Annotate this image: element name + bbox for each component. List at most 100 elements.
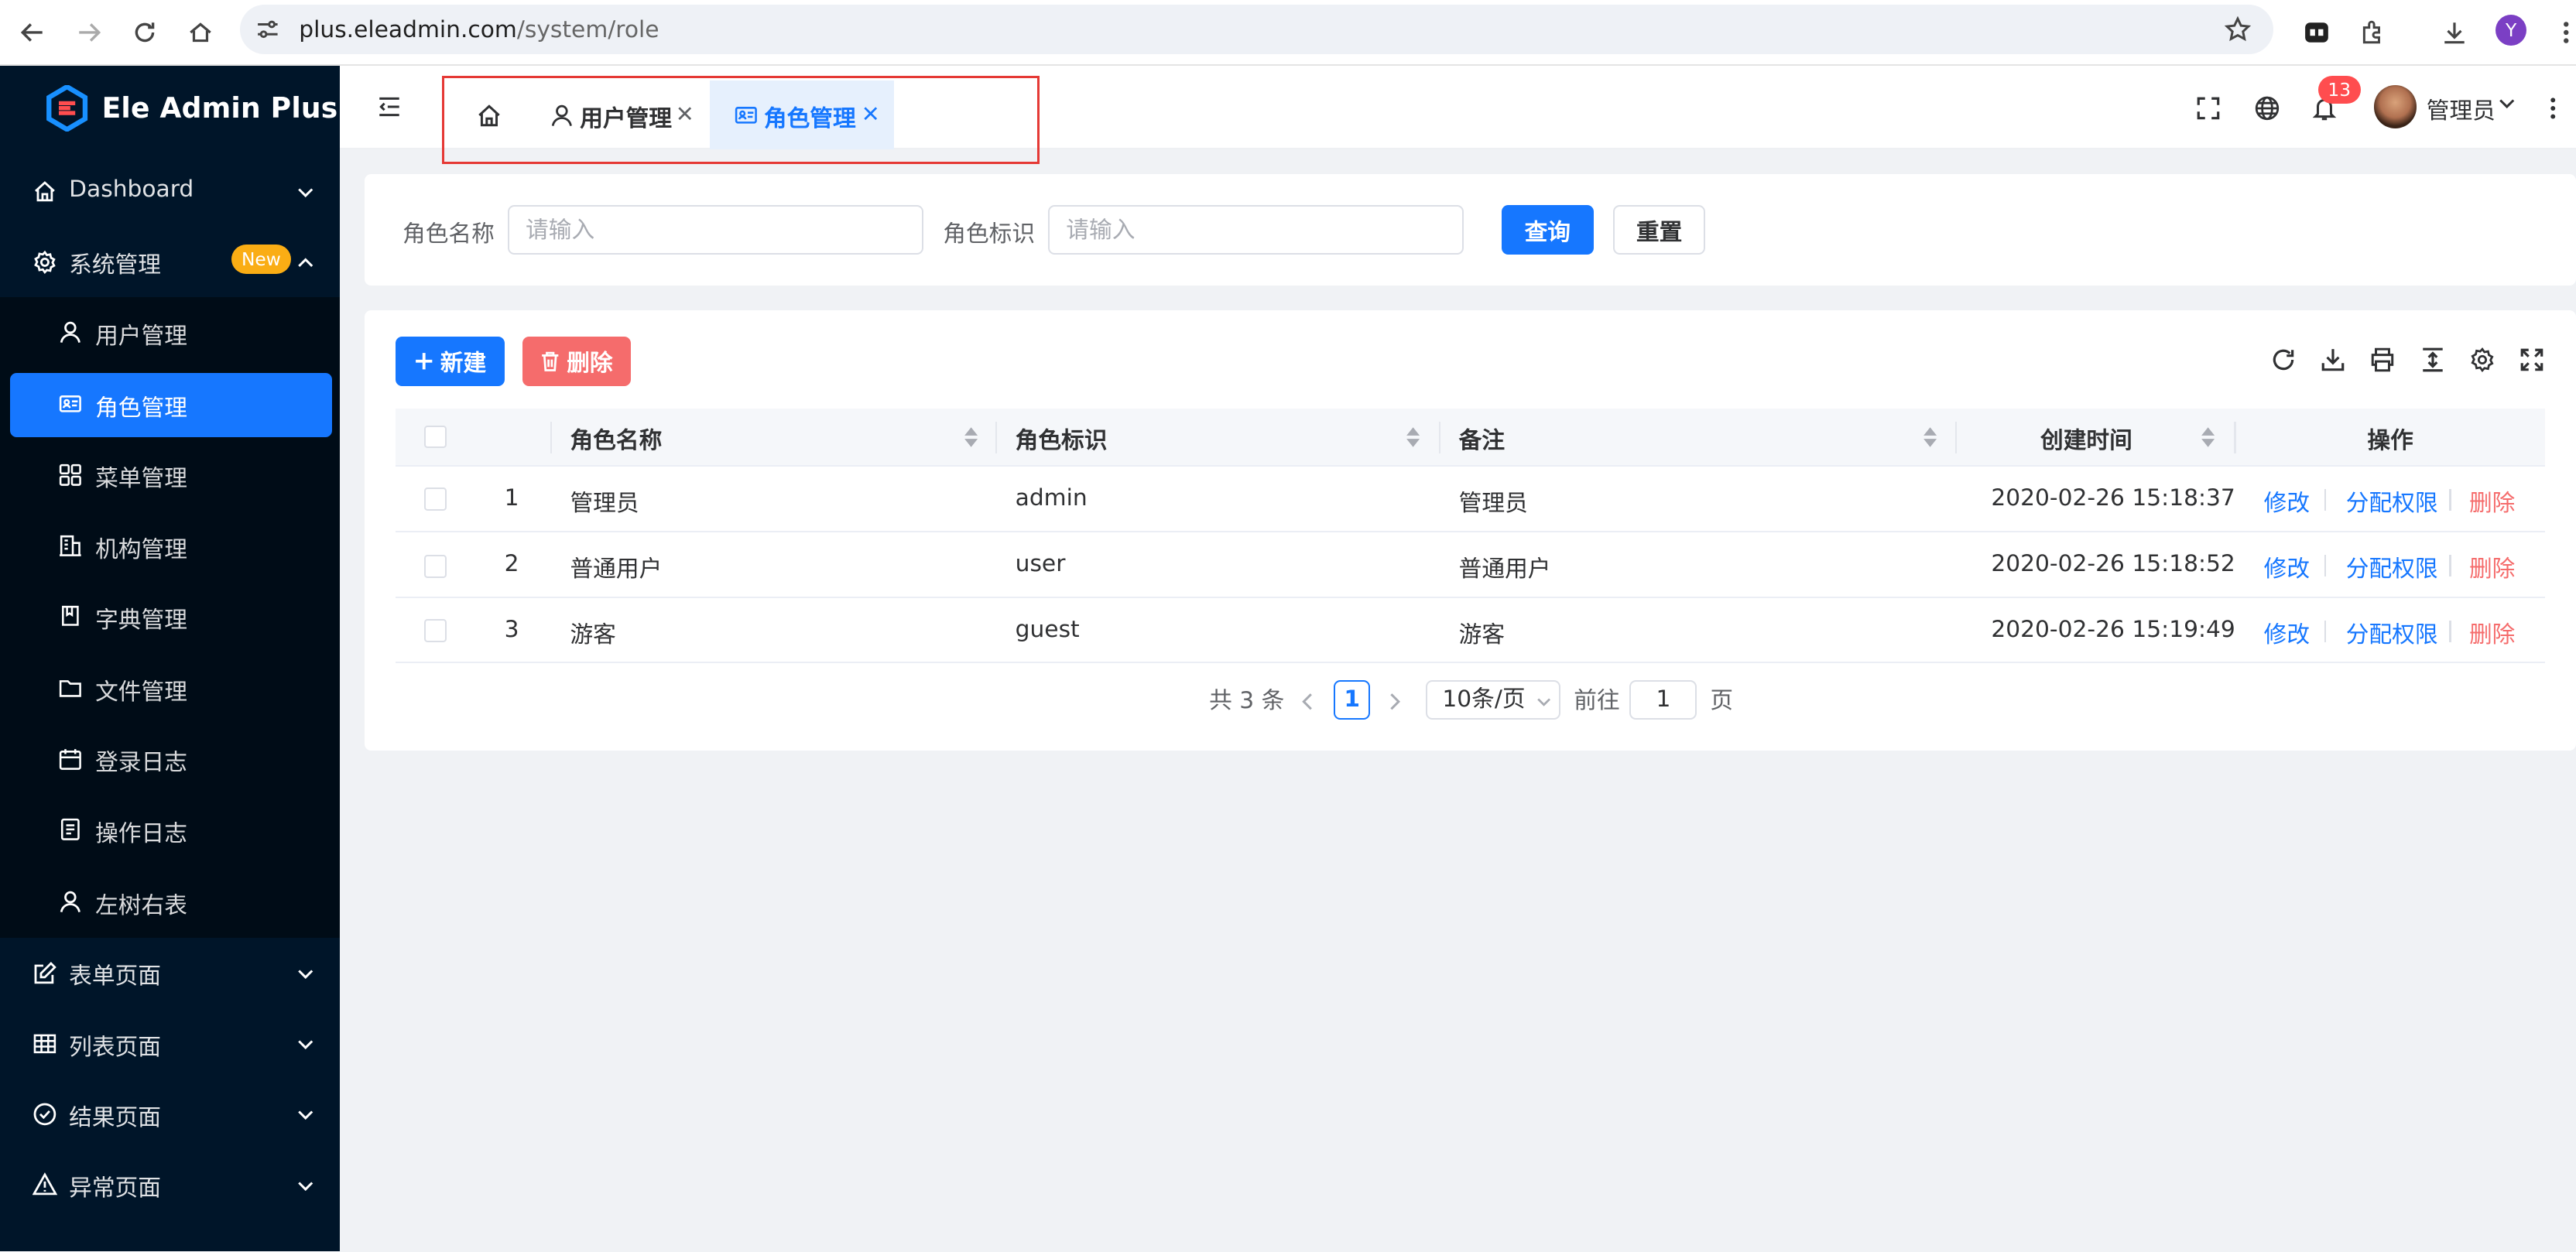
assign-permission-link[interactable]: 分配权限 [2346,550,2438,583]
menu-item-form-pages[interactable]: 表单页面 [0,938,340,1008]
app-logo[interactable]: Ele Admin Plus [46,85,337,132]
menu-item-dashboard[interactable]: Dashboard [0,156,340,227]
address-bar[interactable]: plus.eleadmin.com/system/role [239,5,2274,55]
menu-item-list-pages[interactable]: 列表页面 [0,1008,340,1079]
role-name-label: 角色名称 [402,221,495,248]
language-icon[interactable] [2251,92,2283,125]
warning-icon [33,1172,58,1196]
delete-button-label: 删除 [567,350,613,378]
table-icon [34,1034,57,1053]
action-divider [2324,555,2327,576]
cell-created: 2020-02-26 15:18:37 [1991,484,2235,512]
sort-icon[interactable] [1405,424,1421,450]
table-row: 3 游客 guest 游客 2020-02-26 15:19:49 修改 分配权… [396,598,2545,664]
download-icon[interactable] [2434,13,2474,53]
menu-item-system[interactable]: 系统管理 New [0,227,340,297]
sidebar-item-role-management[interactable]: 角色管理 [9,372,332,437]
cell-created: 2020-02-26 15:19:49 [1991,615,2235,643]
role-name-input[interactable] [507,205,923,255]
column-header-code[interactable]: 角色标识 [1016,422,1108,455]
prev-page-icon[interactable] [1300,692,1316,711]
tab-role-management[interactable]: 角色管理 [709,80,894,150]
sidebar-item-org-management[interactable]: 机构管理 [10,514,332,578]
collapse-menu-icon[interactable] [373,91,406,123]
extensions-icon[interactable] [2352,13,2392,53]
assign-permission-link[interactable]: 分配权限 [2346,616,2438,649]
site-settings-icon[interactable] [256,18,279,41]
edit-link[interactable]: 修改 [2264,616,2310,649]
delete-link[interactable]: 删除 [2469,550,2515,583]
sort-icon[interactable] [1922,424,1938,450]
sidebar-item-tree-table[interactable]: 左树右表 [10,871,332,935]
tab-home[interactable] [464,80,546,149]
sidebar-item-login-log[interactable]: 登录日志 [10,727,332,792]
url-host: plus.eleadmin.com [299,16,517,44]
reset-button[interactable]: 重置 [1613,205,1706,255]
next-page-icon[interactable] [1386,692,1403,711]
sidebar-item-dictionary[interactable]: 字典管理 [10,585,332,649]
delete-link[interactable]: 删除 [2469,484,2515,518]
sidebar-item-menu-management[interactable]: 菜单管理 [10,443,332,508]
role-code-input[interactable] [1048,205,1464,255]
export-icon[interactable] [2320,347,2346,373]
cell-remark: 普通用户 [1458,555,1551,583]
column-header-created[interactable]: 创建时间 [2040,422,2132,455]
trash-icon [542,351,559,371]
edit-link[interactable]: 修改 [2264,550,2310,583]
sidebar-item-file-management[interactable]: 文件管理 [10,657,332,721]
page-size-select[interactable]: 10条/页 [1426,679,1561,720]
sort-icon[interactable] [963,424,979,450]
refresh-icon[interactable] [2270,347,2297,373]
user-name[interactable]: 管理员 [2427,92,2496,125]
menu-item-exception-pages[interactable]: 异常页面 [0,1150,340,1220]
print-icon[interactable] [2369,347,2396,373]
delete-link[interactable]: 删除 [2469,616,2515,649]
batch-delete-button[interactable]: 删除 [522,337,631,386]
fullscreen-icon[interactable] [2191,92,2224,125]
row-index: 3 [504,615,519,643]
submenu-label: 左树右表 [95,892,187,920]
row-checkbox[interactable] [423,487,447,511]
bookmark-star-icon[interactable] [2224,16,2251,43]
add-button[interactable]: 新建 [396,337,505,386]
submenu-label: 字典管理 [95,606,187,634]
sidebar-item-user-management[interactable]: 用户管理 [10,300,332,364]
back-icon[interactable] [13,13,53,53]
reload-icon[interactable] [125,13,164,53]
user-avatar[interactable] [2373,85,2417,128]
submenu-label: 角色管理 [95,394,187,422]
column-header-name[interactable]: 角色名称 [570,422,662,455]
density-icon[interactable] [2420,347,2446,373]
tab-user-management[interactable]: 用户管理 [534,80,710,149]
chevron-down-icon [298,1110,313,1120]
row-checkbox[interactable] [423,555,447,579]
assign-permission-link[interactable]: 分配权限 [2346,484,2438,518]
table-header: 角色名称 角色标识 备注 创建时间 操作 [396,409,2545,467]
sidebar-item-operation-log[interactable]: 操作日志 [10,798,332,862]
action-divider [2449,555,2451,576]
browser-menu-icon[interactable] [2547,13,2576,53]
url-text: plus.eleadmin.com/system/role [299,16,659,43]
menu-item-result-pages[interactable]: 结果页面 [0,1079,340,1149]
goto-page-input[interactable]: 1 [1629,679,1697,720]
page-number-active[interactable]: 1 [1334,679,1371,720]
profile-avatar[interactable]: Y [2495,15,2527,46]
submenu-label: 登录日志 [95,749,187,777]
chevron-down-icon[interactable] [2497,94,2516,113]
query-button[interactable]: 查询 [1501,205,1594,255]
maximize-icon[interactable] [2519,347,2545,373]
close-icon[interactable] [675,104,694,123]
user-icon [551,104,572,126]
browser-home-icon[interactable] [180,13,220,53]
row-checkbox[interactable] [423,619,447,642]
select-all-checkbox[interactable] [423,425,447,449]
extension-app-icon[interactable] [2297,13,2336,53]
more-vertical-icon[interactable] [2537,92,2569,125]
column-header-remark[interactable]: 备注 [1459,422,1505,455]
edit-link[interactable]: 修改 [2264,484,2310,518]
column-settings-icon[interactable] [2469,347,2496,373]
forward-icon[interactable] [69,13,108,53]
cell-name: 管理员 [570,490,639,518]
sort-icon[interactable] [2200,424,2216,450]
close-icon[interactable] [861,104,880,123]
